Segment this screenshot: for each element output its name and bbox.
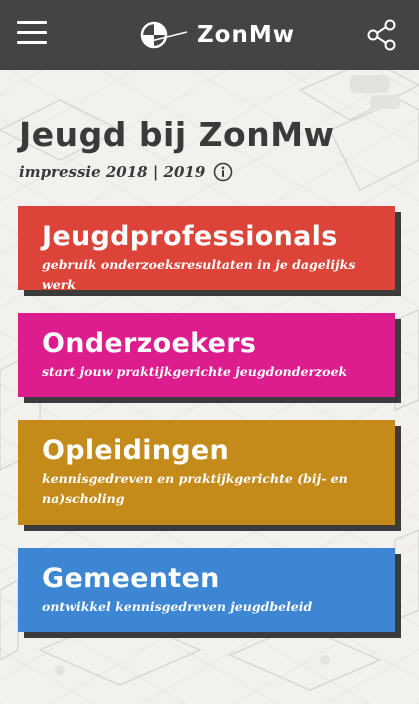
card-subtitle: ontwikkel kennisgedreven jeugdbeleid bbox=[42, 599, 313, 614]
share-icon[interactable] bbox=[365, 18, 399, 52]
card-title: Jeugdprofessionals bbox=[42, 221, 338, 252]
page-title: Jeugd bij ZonMw bbox=[19, 115, 335, 154]
hamburger-menu-icon[interactable] bbox=[17, 21, 47, 47]
zonmw-logo[interactable]: ZonMw bbox=[139, 15, 295, 55]
zonmw-logo-icon bbox=[140, 21, 188, 49]
card-gemeenten[interactable]: Gemeenten ontwikkel kennisgedreven jeugd… bbox=[18, 548, 395, 632]
card-opleidingen[interactable]: Opleidingen kennisgedreven en praktijkge… bbox=[18, 420, 395, 525]
page-subtitle: impressie 2018 | 2019 bbox=[19, 163, 206, 181]
card-title: Onderzoekers bbox=[42, 328, 257, 359]
card-subtitle: start jouw praktijkgerichte jeugdonderzo… bbox=[42, 364, 348, 379]
card-subtitle: gebruik onderzoeksresultaten in je dagel… bbox=[42, 257, 356, 292]
info-icon[interactable] bbox=[213, 162, 233, 182]
top-bar: ZonMw bbox=[0, 0, 419, 70]
subtitle-row: impressie 2018 | 2019 bbox=[19, 162, 233, 182]
card-onderzoekers[interactable]: Onderzoekers start jouw praktijkgerichte… bbox=[18, 313, 395, 397]
logo-text: ZonMw bbox=[197, 22, 295, 48]
card-title: Opleidingen bbox=[42, 435, 230, 466]
card-jeugdprofessionals[interactable]: Jeugdprofessionals gebruik onderzoeksres… bbox=[18, 206, 395, 292]
card-title: Gemeenten bbox=[42, 563, 220, 594]
card-subtitle: kennisgedreven en praktijkgerichte (bij-… bbox=[42, 471, 348, 506]
